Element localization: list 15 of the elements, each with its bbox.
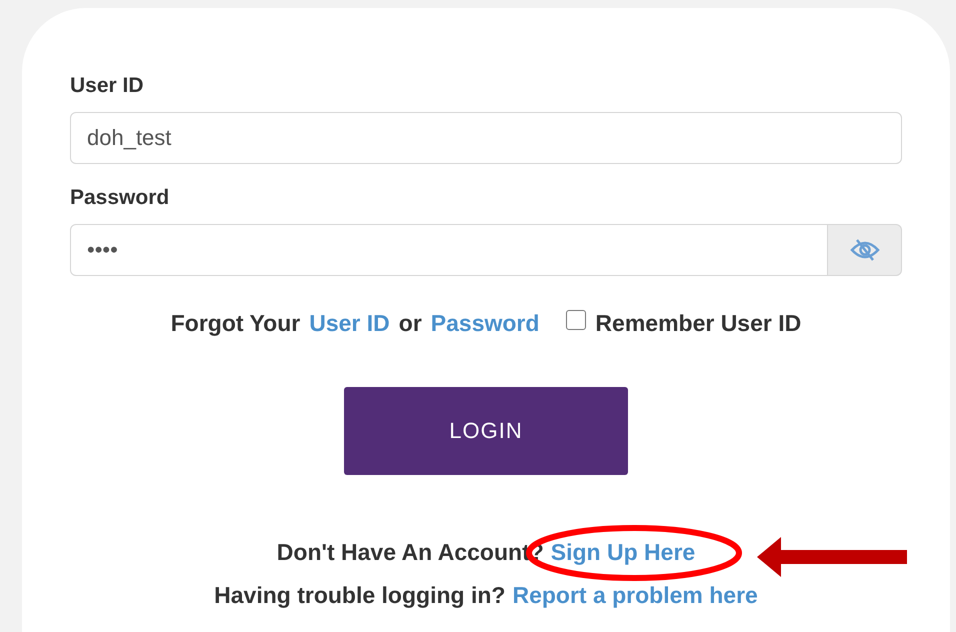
login-button[interactable]: LOGIN <box>344 387 628 475</box>
remember-checkbox[interactable] <box>566 310 586 330</box>
report-problem-link[interactable]: Report a problem here <box>512 582 758 609</box>
user-id-link[interactable]: User ID <box>309 310 390 337</box>
forgot-prompt: Forgot Your <box>170 310 300 337</box>
password-field[interactable]: •••• <box>70 224 828 276</box>
user-id-field[interactable]: doh_test <box>70 112 902 164</box>
or-text: or <box>398 310 422 337</box>
password-link[interactable]: Password <box>430 310 540 337</box>
field-label: Password <box>70 186 170 210</box>
remember-label: Remember User ID <box>595 310 802 337</box>
field-label: User ID <box>70 74 145 98</box>
visibility-toggle-button[interactable] <box>828 224 902 276</box>
eye-slash-icon <box>850 238 880 262</box>
trouble-prompt: Having trouble logging in? <box>214 582 506 609</box>
